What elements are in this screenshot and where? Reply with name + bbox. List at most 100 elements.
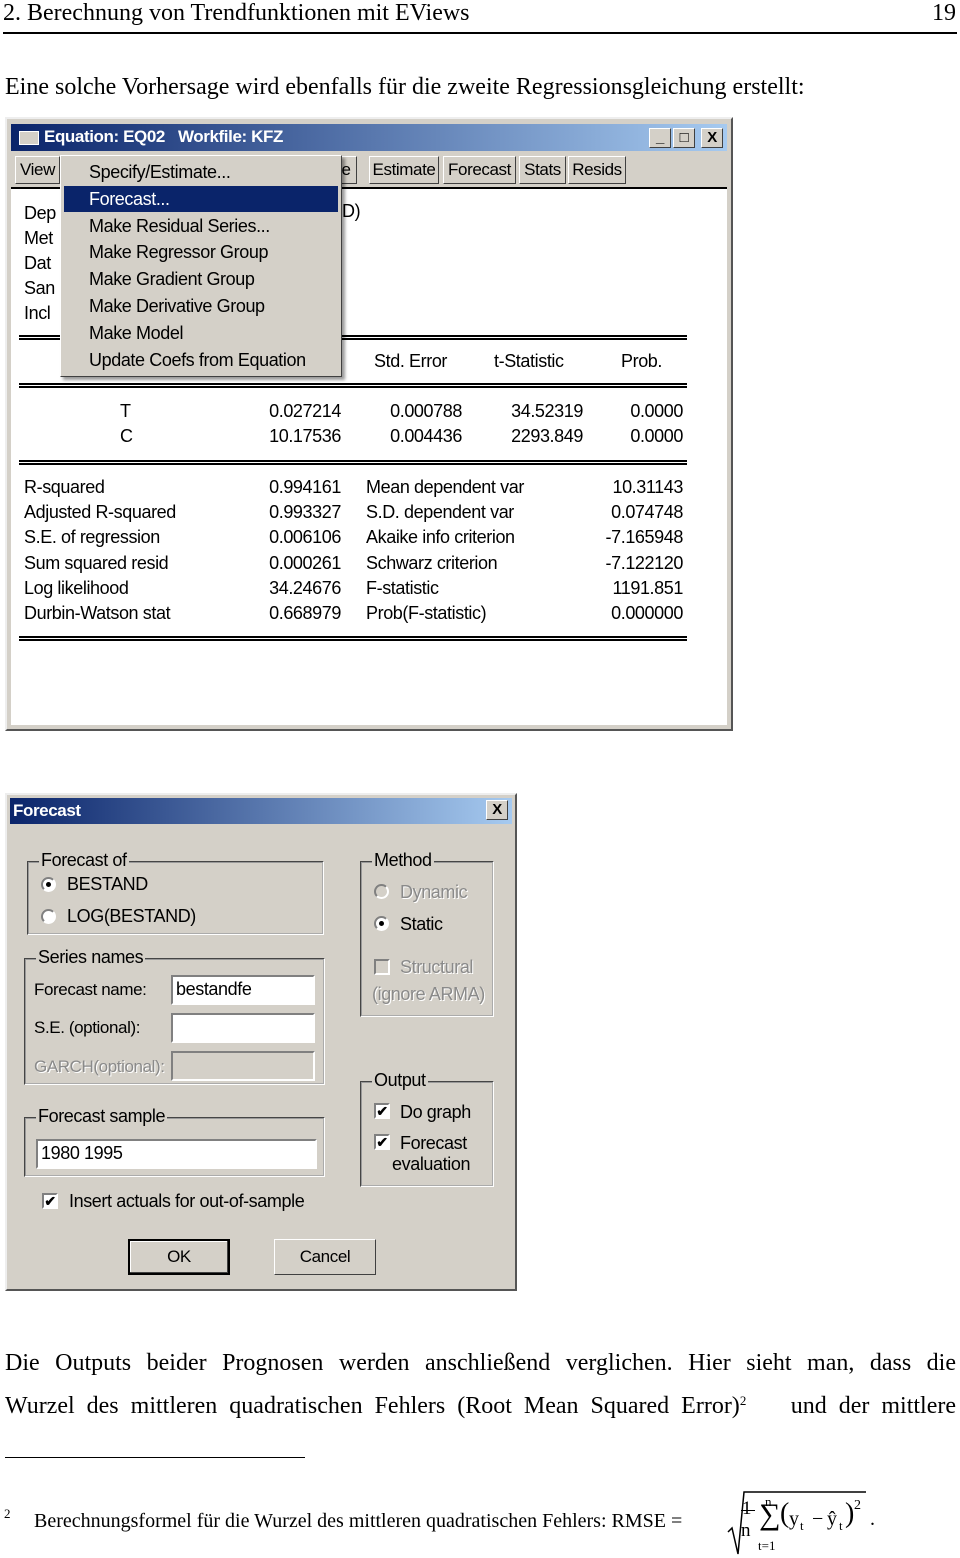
toolbar-forecast[interactable]: Forecast xyxy=(443,156,516,184)
garch-label: GARCH(optional): xyxy=(34,1057,165,1076)
page-number: 19 xyxy=(932,0,956,26)
minus: − xyxy=(812,1508,824,1530)
stat-value: 0.074748 xyxy=(611,502,683,523)
se-label: S.E. (optional): xyxy=(34,1018,141,1037)
std-error: 0.004436 xyxy=(390,426,462,446)
group-label: Forecast of xyxy=(39,850,129,871)
stat-value: 34.24676 xyxy=(269,577,341,598)
yhat-var: ŷ xyxy=(827,1508,837,1530)
stat-value: 0.668979 xyxy=(269,603,341,623)
equation-title-bar: Equation: EQ02 Workfile: KFZ _ □ X xyxy=(11,124,727,151)
dialog-title: Forecast xyxy=(13,801,81,820)
std-error: 0.000788 xyxy=(390,401,462,421)
insert-actuals-label: Insert actuals for out-of-sample xyxy=(69,1191,305,1211)
divider xyxy=(19,460,687,465)
y-var: y xyxy=(789,1508,799,1530)
forecast-name-label: Forecast name: xyxy=(34,980,147,999)
prob: 0.0000 xyxy=(630,401,683,421)
stat-value: 10.31143 xyxy=(612,477,683,497)
body-text: und der mittlere xyxy=(778,1393,956,1419)
do-graph-label: Do graph xyxy=(400,1102,471,1122)
label-date: Dat xyxy=(24,253,51,273)
body-text: Wurzel des mittleren quadratischen Fehle… xyxy=(5,1393,740,1419)
stat-value: 0.000261 xyxy=(269,552,341,573)
toolbar-view[interactable]: View xyxy=(15,156,60,184)
stat-value: 0.993327 xyxy=(269,502,341,523)
window-title: Equation: EQ02 Workfile: KFZ xyxy=(44,127,283,146)
stat-label: Schwarz criterion xyxy=(366,552,498,573)
col-std-error: Std. Error xyxy=(374,351,448,371)
ok-button[interactable]: OK xyxy=(128,1239,230,1275)
menu-item-make-regressor-group[interactable]: Make Regressor Group xyxy=(64,239,338,265)
stat-value: 0.006106 xyxy=(269,527,341,548)
radio-static-label: Static xyxy=(400,914,443,934)
body-line-2: Wurzel des mittleren quadratischen Fehle… xyxy=(5,1393,956,1420)
forecast-name-input[interactable]: bestandfe xyxy=(171,975,315,1005)
radio-log-bestand-label: LOG(BESTAND) xyxy=(67,906,196,926)
stat-label: S.E. of regression xyxy=(24,527,160,548)
header-rule xyxy=(3,32,957,34)
proc-menu: Specify/Estimate... Forecast... Make Resid… xyxy=(60,155,342,377)
checkbox-insert-actuals[interactable]: ✔ xyxy=(42,1193,58,1209)
toolbar-stats[interactable]: Stats xyxy=(519,156,566,184)
divider xyxy=(19,636,687,641)
checkbox-do-graph[interactable]: ✔ xyxy=(374,1103,390,1119)
cancel-button[interactable]: Cancel xyxy=(274,1239,376,1275)
forecast-of-group: Forecast of BESTAND LOG(BESTAND) xyxy=(27,850,324,935)
group-label: Output xyxy=(372,1070,428,1091)
se-input[interactable] xyxy=(171,1013,315,1043)
equation-window: Equation: EQ02 Workfile: KFZ _ □ X View … xyxy=(5,117,733,731)
menu-item-make-residual-series[interactable]: Make Residual Series... xyxy=(64,213,338,239)
variable-name: T xyxy=(120,401,131,421)
radio-log-bestand[interactable] xyxy=(41,909,56,924)
forecast-sample-input[interactable]: 1980 1995 xyxy=(36,1139,317,1169)
stat-label: F-statistic xyxy=(366,577,439,598)
toolbar-resids[interactable]: Resids xyxy=(568,156,626,184)
dialog-close-button[interactable]: X xyxy=(486,800,508,820)
window-app-icon xyxy=(19,131,39,145)
stat-value: -7.122120 xyxy=(605,552,684,573)
menu-item-specify-estimate[interactable]: Specify/Estimate... xyxy=(64,159,338,185)
period: . xyxy=(870,1508,875,1530)
forecast-dialog: Forecast X Forecast of BESTAND LOG(BESTA… xyxy=(5,793,517,1291)
forecast-evaluation-label-2: evaluation xyxy=(392,1154,471,1174)
toolbar-estimate[interactable]: Estimate xyxy=(369,156,439,184)
group-label: Series names xyxy=(36,947,146,968)
y-sub: t xyxy=(800,1518,804,1533)
maximize-button[interactable]: □ xyxy=(673,128,695,148)
radio-dynamic xyxy=(374,884,389,899)
checkbox-forecast-evaluation[interactable]: ✔ xyxy=(374,1134,390,1150)
exponent: 2 xyxy=(854,1498,861,1513)
stat-label: Adjusted R-squared xyxy=(24,502,176,523)
label-dep: Dep xyxy=(24,203,56,223)
frac-bar xyxy=(741,1510,755,1511)
stat-label: Sum squared resid xyxy=(24,552,169,573)
stat-value: 0.994161 xyxy=(269,477,341,497)
radio-bestand[interactable] xyxy=(41,877,56,892)
menu-item-make-derivative-group[interactable]: Make Derivative Group xyxy=(64,293,338,319)
running-header-title: 2. Berechnung von Trendfunktionen mit EV… xyxy=(3,0,470,26)
radio-static[interactable] xyxy=(374,916,389,931)
minimize-button[interactable]: _ xyxy=(649,128,671,148)
close-button[interactable]: X xyxy=(701,128,723,148)
intro-text: Eine solche Vorhersage wird ebenfalls fü… xyxy=(5,74,805,100)
stat-label: S.D. dependent var xyxy=(366,502,514,523)
variable-name: C xyxy=(120,426,133,446)
dialog-title-bar: Forecast X xyxy=(10,798,512,824)
paren-close: ) xyxy=(845,1498,855,1529)
menu-item-make-gradient-group[interactable]: Make Gradient Group xyxy=(64,266,338,292)
forecast-evaluation-label: Forecast xyxy=(400,1133,467,1153)
menu-item-make-model[interactable]: Make Model xyxy=(64,320,338,346)
menu-item-update-coefs-from-equation[interactable]: Update Coefs from Equation xyxy=(64,347,338,373)
yhat-sub: t xyxy=(839,1518,843,1533)
stat-label: Durbin-Watson stat xyxy=(24,603,171,623)
series-names-group: Series names Forecast name: bestandfe S.… xyxy=(24,947,325,1085)
radio-dynamic-label: Dynamic xyxy=(400,882,468,902)
rmse-formula: 1 n n ∑ t=1 ( y t − ŷ t ) 2 . xyxy=(726,1488,876,1558)
sum-sign: ∑ xyxy=(759,1498,781,1531)
partial-dependent: D) xyxy=(342,201,361,221)
forecast-sample-group: Forecast sample 1980 1995 xyxy=(24,1106,325,1177)
stat-label: R-squared xyxy=(24,477,105,497)
menu-item-forecast[interactable]: Forecast... xyxy=(64,185,338,212)
